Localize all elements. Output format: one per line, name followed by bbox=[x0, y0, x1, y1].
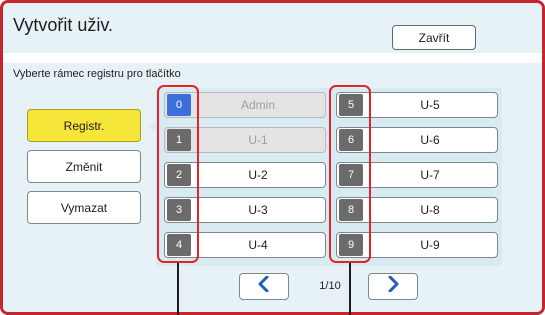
slot-label: U-9 bbox=[420, 238, 440, 252]
callout-leader-right bbox=[349, 263, 351, 315]
selection-pointer bbox=[148, 121, 156, 133]
slot-label: Admin bbox=[240, 98, 275, 112]
chevron-left-icon bbox=[257, 275, 271, 297]
slot-label: U-2 bbox=[248, 168, 268, 182]
instruction-text: Vyberte rámec registru pro tlačítko bbox=[13, 68, 181, 80]
slot-label: U-4 bbox=[248, 238, 268, 252]
chevron-right-icon bbox=[386, 275, 400, 297]
instruction-bar: Vyberte rámec registru pro tlačítko bbox=[3, 63, 542, 85]
number-column-highlight-right bbox=[329, 85, 371, 263]
page-title: Vytvořit uživ. bbox=[13, 15, 114, 35]
slot-label: U-6 bbox=[420, 133, 440, 147]
slot-label: U-7 bbox=[420, 168, 440, 182]
next-page-button[interactable] bbox=[368, 273, 418, 300]
slot-label: U-8 bbox=[420, 203, 440, 217]
title-bar: Vytvořit uživ. Zavřít bbox=[3, 3, 542, 53]
dialog-frame: Vytvořit uživ. Zavřít Vyberte rámec regi… bbox=[0, 0, 545, 315]
slot-label: U-3 bbox=[248, 203, 268, 217]
callout-leader-left bbox=[177, 263, 179, 315]
slot-label: U-5 bbox=[420, 98, 440, 112]
page-indicator: 1/10 bbox=[319, 280, 341, 292]
register-button[interactable]: Registr. bbox=[27, 109, 141, 142]
close-button[interactable]: Zavřít bbox=[392, 25, 476, 50]
slot-label: U-1 bbox=[248, 133, 268, 147]
delete-button[interactable]: Vymazat bbox=[27, 191, 141, 224]
change-button[interactable]: Změnit bbox=[27, 150, 141, 183]
number-column-highlight-left bbox=[157, 85, 199, 263]
prev-page-button[interactable] bbox=[239, 273, 289, 300]
